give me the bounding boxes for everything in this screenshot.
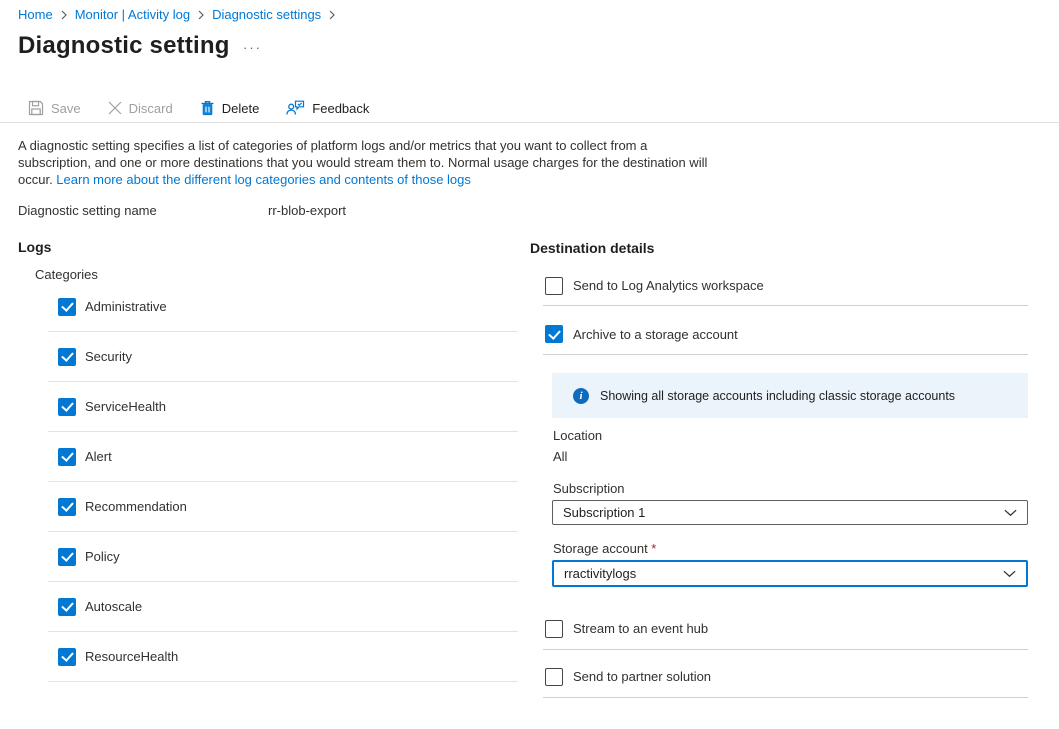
storage-account-label: Storage account *: [553, 541, 656, 556]
diagnostic-setting-name-row: Diagnostic setting name rr-blob-export: [18, 203, 346, 218]
subscription-dropdown-value: Subscription 1: [563, 505, 645, 520]
autoscale-checkbox[interactable]: [58, 598, 76, 616]
delete-button[interactable]: Delete: [200, 100, 260, 116]
category-label[interactable]: Security: [85, 349, 132, 364]
category-row-alert: Alert: [48, 432, 518, 482]
chevron-right-icon: [328, 10, 336, 20]
breadcrumb-monitor-activity-log[interactable]: Monitor | Activity log: [75, 7, 190, 22]
info-banner-text: Showing all storage accounts including c…: [600, 389, 955, 403]
chevron-down-icon: [1003, 507, 1018, 519]
administrative-checkbox[interactable]: [58, 298, 76, 316]
learn-more-link[interactable]: Learn more about the different log categ…: [56, 172, 471, 187]
alert-checkbox[interactable]: [58, 448, 76, 466]
location-label: Location: [553, 428, 602, 443]
security-checkbox[interactable]: [58, 348, 76, 366]
chevron-right-icon: [197, 10, 205, 20]
save-button-label: Save: [51, 101, 81, 116]
destination-row-log-analytics: Send to Log Analytics workspace: [543, 266, 1028, 306]
feedback-button[interactable]: Feedback: [286, 100, 369, 116]
category-label[interactable]: Policy: [85, 549, 120, 564]
diagnostic-setting-name-label: Diagnostic setting name: [18, 203, 268, 218]
category-label[interactable]: ResourceHealth: [85, 649, 178, 664]
categories-label: Categories: [35, 267, 98, 282]
storage-account-dropdown[interactable]: rractivitylogs: [552, 560, 1028, 587]
destination-option-label[interactable]: Archive to a storage account: [573, 327, 738, 342]
resourcehealth-checkbox[interactable]: [58, 648, 76, 666]
destination-option-label[interactable]: Send to Log Analytics workspace: [573, 278, 764, 293]
toolbar-divider: [0, 122, 1059, 123]
page-title: Diagnostic setting: [18, 32, 230, 60]
discard-button-label: Discard: [129, 101, 173, 116]
category-label[interactable]: Autoscale: [85, 599, 142, 614]
category-row-servicehealth: ServiceHealth: [48, 382, 518, 432]
required-asterisk: *: [651, 541, 656, 556]
logs-heading: Logs: [18, 239, 51, 255]
event-hub-checkbox[interactable]: [545, 620, 563, 638]
diagnostic-setting-name-value: rr-blob-export: [268, 203, 346, 218]
trash-icon: [200, 100, 215, 116]
storage-account-dropdown-value: rractivitylogs: [564, 566, 636, 581]
recommendation-checkbox[interactable]: [58, 498, 76, 516]
subscription-label: Subscription: [553, 481, 625, 496]
chevron-down-icon: [1002, 568, 1017, 580]
discard-button[interactable]: Discard: [108, 101, 173, 116]
breadcrumb-home[interactable]: Home: [18, 7, 53, 22]
info-icon: i: [573, 388, 589, 404]
category-row-recommendation: Recommendation: [48, 482, 518, 532]
log-analytics-checkbox[interactable]: [545, 277, 563, 295]
category-row-resourcehealth: ResourceHealth: [48, 632, 518, 682]
subscription-dropdown[interactable]: Subscription 1: [552, 500, 1028, 525]
command-bar: Save Discard Delete Feedback: [28, 96, 369, 120]
category-label[interactable]: Alert: [85, 449, 112, 464]
category-label[interactable]: ServiceHealth: [85, 399, 166, 414]
category-row-autoscale: Autoscale: [48, 582, 518, 632]
destination-row-storage-account: Archive to a storage account: [543, 314, 1028, 355]
save-icon: [28, 100, 44, 116]
policy-checkbox[interactable]: [58, 548, 76, 566]
close-icon: [108, 101, 122, 115]
feedback-button-label: Feedback: [312, 101, 369, 116]
info-banner: i Showing all storage accounts including…: [552, 373, 1028, 418]
storage-account-label-text: Storage account: [553, 541, 651, 556]
page-description: A diagnostic setting specifies a list of…: [18, 137, 720, 188]
destination-row-event-hub: Stream to an event hub: [543, 608, 1028, 650]
location-value: All: [553, 449, 567, 464]
save-button[interactable]: Save: [28, 100, 81, 116]
destination-option-label[interactable]: Stream to an event hub: [573, 621, 708, 636]
chevron-right-icon: [60, 10, 68, 20]
feedback-person-icon: [286, 100, 305, 116]
servicehealth-checkbox[interactable]: [58, 398, 76, 416]
partner-solution-checkbox[interactable]: [545, 668, 563, 686]
delete-button-label: Delete: [222, 101, 260, 116]
archive-storage-checkbox[interactable]: [545, 325, 563, 343]
category-row-security: Security: [48, 332, 518, 382]
breadcrumb: Home Monitor | Activity log Diagnostic s…: [18, 7, 336, 22]
destination-row-partner-solution: Send to partner solution: [543, 656, 1028, 698]
category-label[interactable]: Recommendation: [85, 499, 187, 514]
more-menu-icon[interactable]: ···: [243, 40, 262, 55]
destination-option-label[interactable]: Send to partner solution: [573, 669, 711, 684]
destination-details-heading: Destination details: [530, 240, 654, 256]
category-label[interactable]: Administrative: [85, 299, 167, 314]
category-row-policy: Policy: [48, 532, 518, 582]
breadcrumb-diagnostic-settings[interactable]: Diagnostic settings: [212, 7, 321, 22]
category-row-administrative: Administrative: [48, 282, 518, 332]
